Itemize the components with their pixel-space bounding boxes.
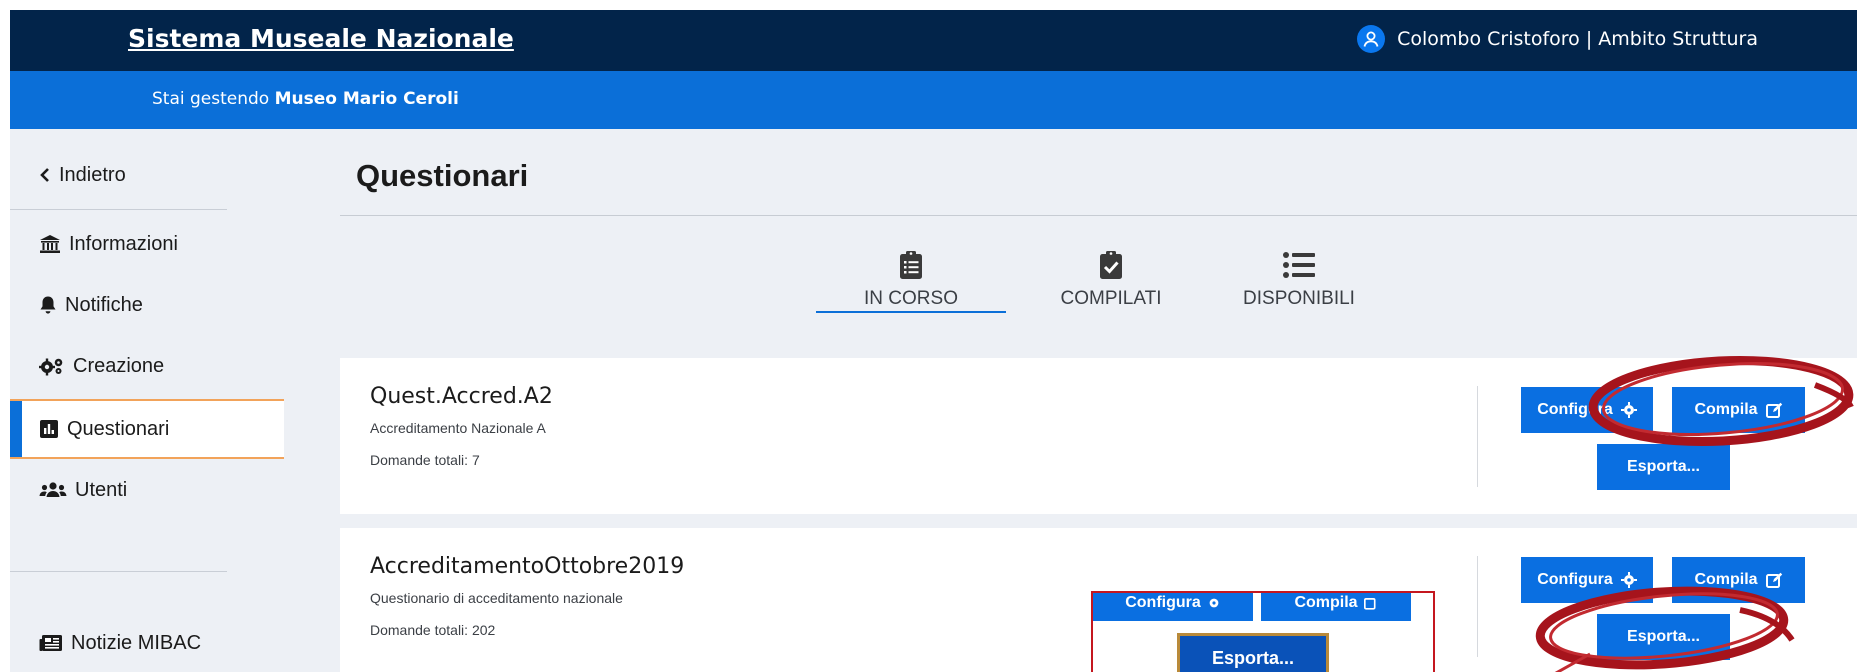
- compile-label: Compila: [1694, 401, 1758, 418]
- export-label: Esporta...: [1627, 458, 1700, 475]
- card-subtitle: Accreditamento Nazionale A: [370, 420, 546, 436]
- gear-icon: [1620, 402, 1637, 418]
- tab-label: IN CORSO: [864, 288, 958, 309]
- top-header: Sistema Museale Nazionale Colombo Cristo…: [10, 10, 1857, 71]
- sidebar: Indietro Informazioni Notifiche Creazion…: [10, 129, 284, 672]
- inset-export-button: Esporta...: [1177, 633, 1329, 672]
- card-divider: [1477, 556, 1478, 657]
- inset-compile-button: Compila: [1261, 593, 1411, 621]
- edit-icon: [1765, 402, 1782, 418]
- clipboard-list-icon: [900, 251, 922, 279]
- configure-label: Configura: [1537, 401, 1613, 418]
- sidebar-item-label: Questionari: [67, 417, 170, 440]
- user-label: Colombo Cristoforo | Ambito Struttura: [1397, 28, 1758, 50]
- title-divider: [340, 215, 1857, 216]
- card-divider: [1477, 386, 1478, 487]
- museum-bar: Stai gestendo Museo Mario Ceroli: [10, 71, 1857, 129]
- sidebar-item-notizie[interactable]: Notizie MIBAC: [10, 615, 284, 671]
- tab-in-corso[interactable]: IN CORSO: [816, 250, 1006, 313]
- sidebar-divider: [10, 209, 227, 210]
- configure-button[interactable]: Configura: [1521, 557, 1653, 603]
- sidebar-item-label: Creazione: [73, 354, 165, 377]
- chart-icon: [40, 420, 58, 438]
- museum-icon: [40, 235, 60, 253]
- museum-prefix: Stai gestendo: [152, 89, 270, 109]
- export-label: Esporta...: [1627, 628, 1700, 645]
- museum-context: Stai gestendo Museo Mario Ceroli: [152, 89, 459, 109]
- tab-disponibili[interactable]: DISPONIBILI: [1204, 250, 1394, 310]
- brand-link[interactable]: Sistema Museale Nazionale: [128, 24, 514, 53]
- user-icon: [1357, 25, 1386, 53]
- tab-compilati[interactable]: COMPILATI: [1016, 250, 1206, 310]
- chevron-left-icon: [40, 168, 49, 182]
- list-icon: [1283, 252, 1315, 278]
- tab-label: COMPILATI: [1060, 288, 1162, 309]
- export-button[interactable]: Esporta...: [1597, 614, 1730, 660]
- page-title: Questionari: [356, 158, 529, 193]
- card-question-count: Domande totali: 7: [370, 452, 480, 468]
- gears-icon: [39, 358, 63, 376]
- inset-compile-label: Compila: [1294, 594, 1358, 611]
- configure-label: Configura: [1537, 571, 1613, 588]
- sidebar-divider: [10, 571, 227, 572]
- sidebar-item-informazioni[interactable]: Informazioni: [10, 216, 284, 272]
- export-button[interactable]: Esporta...: [1597, 444, 1730, 490]
- sidebar-item-questionari[interactable]: Questionari: [10, 399, 284, 459]
- card-title: AccreditamentoOttobre2019: [370, 554, 685, 579]
- card-title: Quest.Accred.A2: [370, 384, 553, 409]
- card-subtitle: Questionario di acceditamento nazionale: [370, 590, 623, 606]
- sidebar-item-label: Notizie MIBAC: [71, 631, 202, 654]
- sidebar-item-creazione[interactable]: Creazione: [10, 338, 284, 394]
- user-menu[interactable]: Colombo Cristoforo | Ambito Struttura: [1357, 25, 1758, 53]
- bell-icon: [40, 296, 56, 314]
- edit-icon: [1765, 572, 1782, 588]
- app-frame: Sistema Museale Nazionale Colombo Cristo…: [10, 10, 1857, 672]
- sidebar-item-utenti[interactable]: Utenti: [10, 462, 284, 518]
- inset-configure-label: Configura: [1125, 594, 1201, 611]
- sidebar-item-label: Utenti: [75, 478, 128, 501]
- inset-configure-button: Configura: [1093, 593, 1253, 621]
- tab-label: DISPONIBILI: [1243, 288, 1355, 309]
- back-link[interactable]: Indietro: [10, 147, 284, 203]
- configure-button[interactable]: Configura: [1521, 387, 1653, 433]
- sidebar-item-label: Informazioni: [69, 232, 178, 255]
- sidebar-item-notifiche[interactable]: Notifiche: [10, 277, 284, 333]
- card-question-count: Domande totali: 202: [370, 622, 496, 638]
- newspaper-icon: [39, 635, 62, 651]
- gear-icon: [1620, 572, 1637, 588]
- clipboard-check-icon: [1100, 251, 1122, 279]
- gear-icon: [1209, 598, 1219, 608]
- back-label: Indietro: [59, 163, 126, 186]
- zoom-inset: Configura Compila Esporta...: [1091, 591, 1435, 672]
- edit-icon: [1363, 598, 1376, 610]
- museum-name: Museo Mario Ceroli: [274, 89, 459, 109]
- compile-button[interactable]: Compila: [1672, 387, 1805, 433]
- compile-label: Compila: [1694, 571, 1758, 588]
- sidebar-item-label: Notifiche: [65, 293, 143, 316]
- compile-button[interactable]: Compila: [1672, 557, 1805, 603]
- users-icon: [39, 482, 67, 497]
- questionnaire-card: Quest.Accred.A2 Accreditamento Nazionale…: [340, 358, 1857, 514]
